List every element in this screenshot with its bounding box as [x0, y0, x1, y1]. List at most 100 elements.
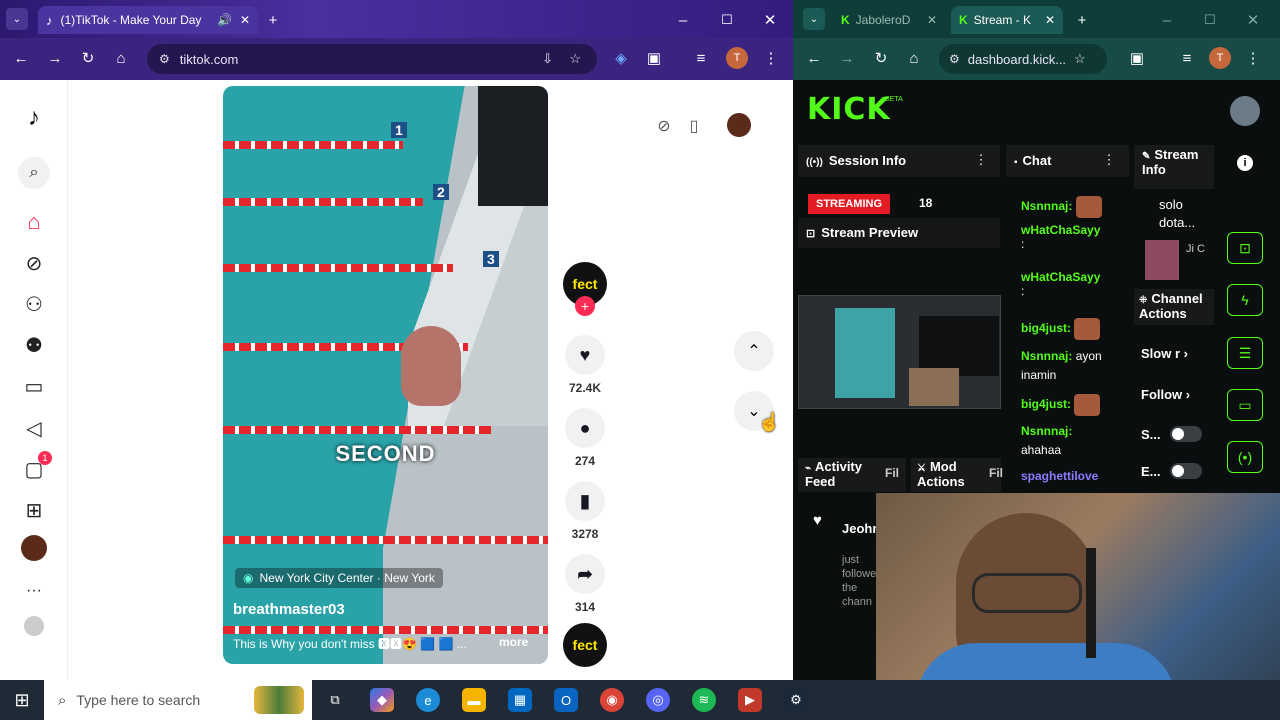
tiktok-logo-icon[interactable]: ♪: [18, 102, 50, 134]
steam-icon[interactable]: ⚙: [784, 688, 808, 712]
site-info-icon[interactable]: ⚙: [159, 52, 170, 66]
extensions-puzzle-icon[interactable]: ▣: [1126, 47, 1148, 69]
file-explorer-icon[interactable]: ▬: [462, 688, 486, 712]
back-icon[interactable]: ←: [803, 47, 825, 69]
chat-menu-icon[interactable]: ⋮: [1101, 151, 1117, 169]
device-icon[interactable]: ▯: [680, 112, 708, 140]
sound-disc[interactable]: fect: [563, 623, 607, 667]
tab-close-icon[interactable]: ✕: [927, 13, 937, 27]
more-icon[interactable]: ···: [18, 575, 50, 607]
session-menu-icon[interactable]: ⋮: [973, 151, 989, 169]
prev-video-chevron-up-icon[interactable]: ⌃: [734, 331, 774, 371]
like-action[interactable]: ♥ 72.4K: [565, 335, 605, 395]
back-icon[interactable]: ←: [10, 47, 32, 69]
bookmark-star-icon[interactable]: ☆: [1074, 51, 1086, 67]
profile-avatar[interactable]: T: [726, 47, 748, 69]
messages-icon[interactable]: ◁: [18, 412, 50, 444]
bookmark-icon[interactable]: ▮: [565, 481, 605, 521]
live-icon[interactable]: ▭: [18, 370, 50, 402]
bookmark-star-icon[interactable]: ☆: [569, 51, 581, 67]
activity-filter[interactable]: Fil: [885, 466, 899, 480]
spotify-icon[interactable]: ≋: [692, 688, 716, 712]
menu-kebab-icon[interactable]: ⋮: [760, 47, 782, 69]
close-window-icon[interactable]: ✕: [759, 9, 781, 31]
menu-kebab-icon[interactable]: ⋮: [1242, 47, 1264, 69]
new-tab-icon[interactable]: +: [262, 9, 284, 31]
video-player[interactable]: 1 2 3 SECOND ◉ New York City Center · Ne…: [223, 86, 548, 664]
toggle-switch-2[interactable]: [1170, 463, 1202, 479]
home-nav-icon[interactable]: ⌂: [18, 206, 50, 238]
extension-icon[interactable]: ◈: [610, 47, 632, 69]
edge-icon[interactable]: e: [416, 688, 440, 712]
tab-close-icon[interactable]: ✕: [1045, 13, 1055, 27]
rail-broadcast-icon[interactable]: (•): [1227, 441, 1263, 473]
slow-mode-button[interactable]: Slow r ›: [1141, 346, 1188, 361]
toggle-switch-1[interactable]: [1170, 426, 1202, 442]
video-author[interactable]: breathmaster03: [233, 601, 345, 618]
minimize-icon[interactable]: –: [672, 9, 694, 31]
reload-icon[interactable]: ↻: [77, 47, 99, 69]
rail-capture-icon[interactable]: ⊡: [1227, 232, 1263, 264]
info-icon[interactable]: i: [1237, 155, 1253, 171]
top-profile-avatar[interactable]: [727, 113, 751, 137]
caption-more-link[interactable]: more: [499, 635, 528, 649]
save-action[interactable]: ▮ 3278: [565, 481, 605, 541]
share-action[interactable]: ➦ 314: [565, 554, 605, 614]
profile-nav-avatar[interactable]: [21, 535, 47, 561]
tab-close-icon[interactable]: ✕: [240, 13, 250, 27]
rail-chat-icon[interactable]: ▭: [1227, 389, 1263, 421]
kick-logo[interactable]: KICK: [807, 92, 891, 127]
extensions-puzzle-icon[interactable]: ▣: [643, 47, 665, 69]
follow-mode-button[interactable]: Follow ›: [1141, 387, 1190, 402]
comment-icon[interactable]: ●: [565, 408, 605, 448]
search-icon[interactable]: ⌕: [18, 157, 50, 189]
task-view-icon[interactable]: ⧉: [323, 688, 347, 712]
store-icon[interactable]: ▦: [508, 688, 532, 712]
tab-jabolero[interactable]: K JaboleroD ✕: [833, 6, 945, 34]
media-control-icon[interactable]: ≡: [1176, 47, 1198, 69]
forward-icon[interactable]: →: [44, 47, 66, 69]
rail-notes-icon[interactable]: ☰: [1227, 337, 1263, 369]
media-app-icon[interactable]: ▶: [738, 688, 762, 712]
comment-action[interactable]: ● 274: [565, 408, 605, 468]
discord-icon[interactable]: ◎: [646, 688, 670, 712]
explore-icon[interactable]: ⊘: [18, 247, 50, 279]
kick-user-avatar[interactable]: [1230, 96, 1260, 126]
reload-icon[interactable]: ↻: [870, 47, 892, 69]
profile-avatar[interactable]: T: [1209, 47, 1231, 69]
follow-plus-icon[interactable]: +: [575, 296, 595, 316]
home-icon[interactable]: ⌂: [110, 47, 132, 69]
stream-preview-thumbnail[interactable]: [798, 295, 1001, 409]
site-info-icon[interactable]: ⚙: [949, 52, 960, 66]
url-field[interactable]: ⚙ tiktok.com ⇩ ☆: [147, 44, 597, 74]
rail-lightning-icon[interactable]: ϟ: [1227, 284, 1263, 316]
install-icon[interactable]: ⇩: [542, 51, 553, 67]
friends-icon[interactable]: ⚉: [18, 329, 50, 361]
maximize-icon[interactable]: ☐: [1199, 9, 1221, 31]
home-icon[interactable]: ⌂: [903, 47, 925, 69]
following-icon[interactable]: ⚇: [18, 288, 50, 320]
forward-icon[interactable]: →: [836, 47, 858, 69]
tab-search-icon[interactable]: ⌄: [803, 8, 825, 30]
maximize-icon[interactable]: ☐: [716, 9, 738, 31]
share-icon[interactable]: ➦: [565, 554, 605, 594]
outlook-icon[interactable]: O: [554, 688, 578, 712]
heart-icon[interactable]: ♥: [565, 335, 605, 375]
windows-start-icon[interactable]: ⊞: [10, 688, 34, 712]
location-tag[interactable]: ◉ New York City Center · New York: [235, 568, 443, 588]
minimize-icon[interactable]: –: [1156, 9, 1178, 31]
tab-tiktok[interactable]: ♪ (1)TikTok - Make Your Day 🔊 ✕: [38, 6, 258, 34]
taskbar-search-box[interactable]: ⌕ Type here to search: [44, 680, 312, 720]
copilot-icon[interactable]: ◆: [370, 688, 394, 712]
mod-filter[interactable]: Fil: [989, 466, 1003, 480]
new-tab-icon[interactable]: +: [1071, 9, 1093, 31]
chrome-icon[interactable]: ◉: [600, 688, 624, 712]
upload-icon[interactable]: ⊞: [18, 494, 50, 526]
media-control-icon[interactable]: ≡: [690, 47, 712, 69]
tab-stream[interactable]: K Stream - K ✕: [951, 6, 1063, 34]
small-avatar[interactable]: [24, 616, 44, 636]
autoscroll-icon[interactable]: ⊘: [650, 112, 678, 140]
close-window-icon[interactable]: ✕: [1242, 9, 1264, 31]
url-field[interactable]: ⚙ dashboard.kick... ☆: [939, 44, 1107, 74]
tab-search-icon[interactable]: ⌄: [6, 8, 28, 30]
